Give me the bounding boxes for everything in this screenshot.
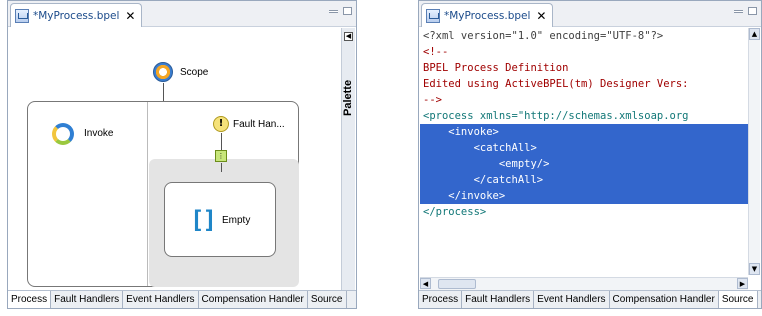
scope-connector (163, 83, 164, 101)
scroll-left-icon[interactable]: ◀ (420, 278, 431, 289)
scroll-up-icon[interactable]: ▲ (749, 28, 760, 40)
tab-fault-handlers[interactable]: Fault Handlers (462, 291, 535, 308)
bpel-file-icon (426, 8, 440, 23)
source-line-selected: <invoke> (420, 124, 750, 140)
close-icon[interactable]: ✕ (125, 9, 135, 23)
tab-process[interactable]: Process (419, 291, 463, 308)
window-controls (734, 7, 757, 15)
horizontal-scrollbar[interactable]: ◀ ▶ (420, 277, 748, 290)
source-line: --> (423, 94, 442, 106)
tab-compensation-handler[interactable]: Compensation Handler (610, 291, 719, 308)
window-controls (329, 7, 352, 15)
empty-activity-box[interactable]: [] Empty (164, 182, 276, 257)
scroll-thumb[interactable] (438, 279, 476, 289)
close-icon[interactable]: ✕ (536, 9, 546, 23)
scope-divider (147, 102, 148, 286)
editor-tab-myprocess[interactable]: *MyProcess.bpel ✕ (421, 3, 553, 27)
invoke-icon[interactable] (52, 123, 74, 145)
empty-label: Empty (222, 215, 251, 226)
palette-label: Palette (342, 79, 354, 117)
vertical-scrollbar[interactable]: ▲ ▼ (748, 28, 760, 275)
scope-container[interactable]: Invoke ! Fault Han... ⋮ [] Empty (27, 101, 299, 287)
source-line-selected: <empty/> (420, 156, 750, 172)
source-editor-panel: *MyProcess.bpel ✕ <?xml version="1.0" en… (418, 0, 762, 309)
source-text-area[interactable]: <?xml version="1.0" encoding="UTF-8"?> <… (420, 28, 750, 275)
scope-label: Scope (180, 67, 209, 78)
source-line-selected: </catchAll> (420, 172, 750, 188)
bottom-tab-bar: Process Fault Handlers Event Handlers Co… (419, 290, 761, 308)
invoke-label: Invoke (84, 128, 114, 139)
catch-connector (221, 163, 222, 172)
tab-event-handlers[interactable]: Event Handlers (123, 291, 199, 308)
editor-tab-myprocess[interactable]: *MyProcess.bpel ✕ (10, 3, 142, 27)
source-line: </process> (423, 206, 487, 218)
source-line: BPEL Process Definition (423, 62, 569, 74)
editor-tab-bar: *MyProcess.bpel ✕ (419, 1, 761, 27)
tab-compensation-handler[interactable]: Compensation Handler (199, 291, 308, 308)
tab-process[interactable]: Process (8, 291, 52, 308)
editor-tab-bar: *MyProcess.bpel ✕ (8, 1, 356, 27)
minimize-icon[interactable] (329, 10, 338, 13)
source-line: Edited using ActiveBPEL(tm) Designer Ver… (423, 78, 689, 90)
process-canvas[interactable]: Scope Invoke ! Fault Han... ⋮ [] Empty (9, 28, 344, 290)
tab-source[interactable]: Source (718, 291, 758, 308)
catch-all-icon[interactable]: ⋮ (215, 150, 227, 162)
tab-source[interactable]: Source (308, 291, 347, 308)
source-line: <!-- (423, 46, 449, 58)
source-line: <process xmlns="http://schemas.xmlsoap.o… (423, 110, 689, 122)
tab-fault-handlers[interactable]: Fault Handlers (51, 291, 124, 308)
tab-title: *MyProcess.bpel (444, 9, 531, 22)
fault-connector (221, 133, 222, 150)
scope-icon[interactable] (153, 62, 173, 82)
palette-collapse-icon[interactable]: ◀ (344, 32, 353, 41)
tab-title: *MyProcess.bpel (33, 9, 120, 22)
empty-icon: [] (190, 206, 217, 234)
source-line: <?xml version="1.0" encoding="UTF-8"?> (423, 30, 664, 42)
tab-event-handlers[interactable]: Event Handlers (534, 291, 610, 308)
fault-handler-icon[interactable]: ! (213, 116, 229, 132)
source-line-selected: </invoke> (420, 188, 750, 204)
minimize-icon[interactable] (734, 10, 743, 13)
bpel-file-icon (15, 8, 29, 23)
scroll-right-icon[interactable]: ▶ (737, 278, 748, 289)
process-editor-panel: *MyProcess.bpel ✕ Scope Invoke ! Fault H… (7, 0, 357, 309)
scroll-down-icon[interactable]: ▼ (749, 263, 760, 275)
palette-sidebar[interactable]: ◀ Palette (341, 28, 355, 290)
bottom-tab-bar: Process Fault Handlers Event Handlers Co… (8, 290, 356, 308)
maximize-icon[interactable] (343, 7, 352, 15)
maximize-icon[interactable] (748, 7, 757, 15)
fault-handler-label: Fault Han... (233, 119, 285, 130)
source-line-selected: <catchAll> (420, 140, 750, 156)
